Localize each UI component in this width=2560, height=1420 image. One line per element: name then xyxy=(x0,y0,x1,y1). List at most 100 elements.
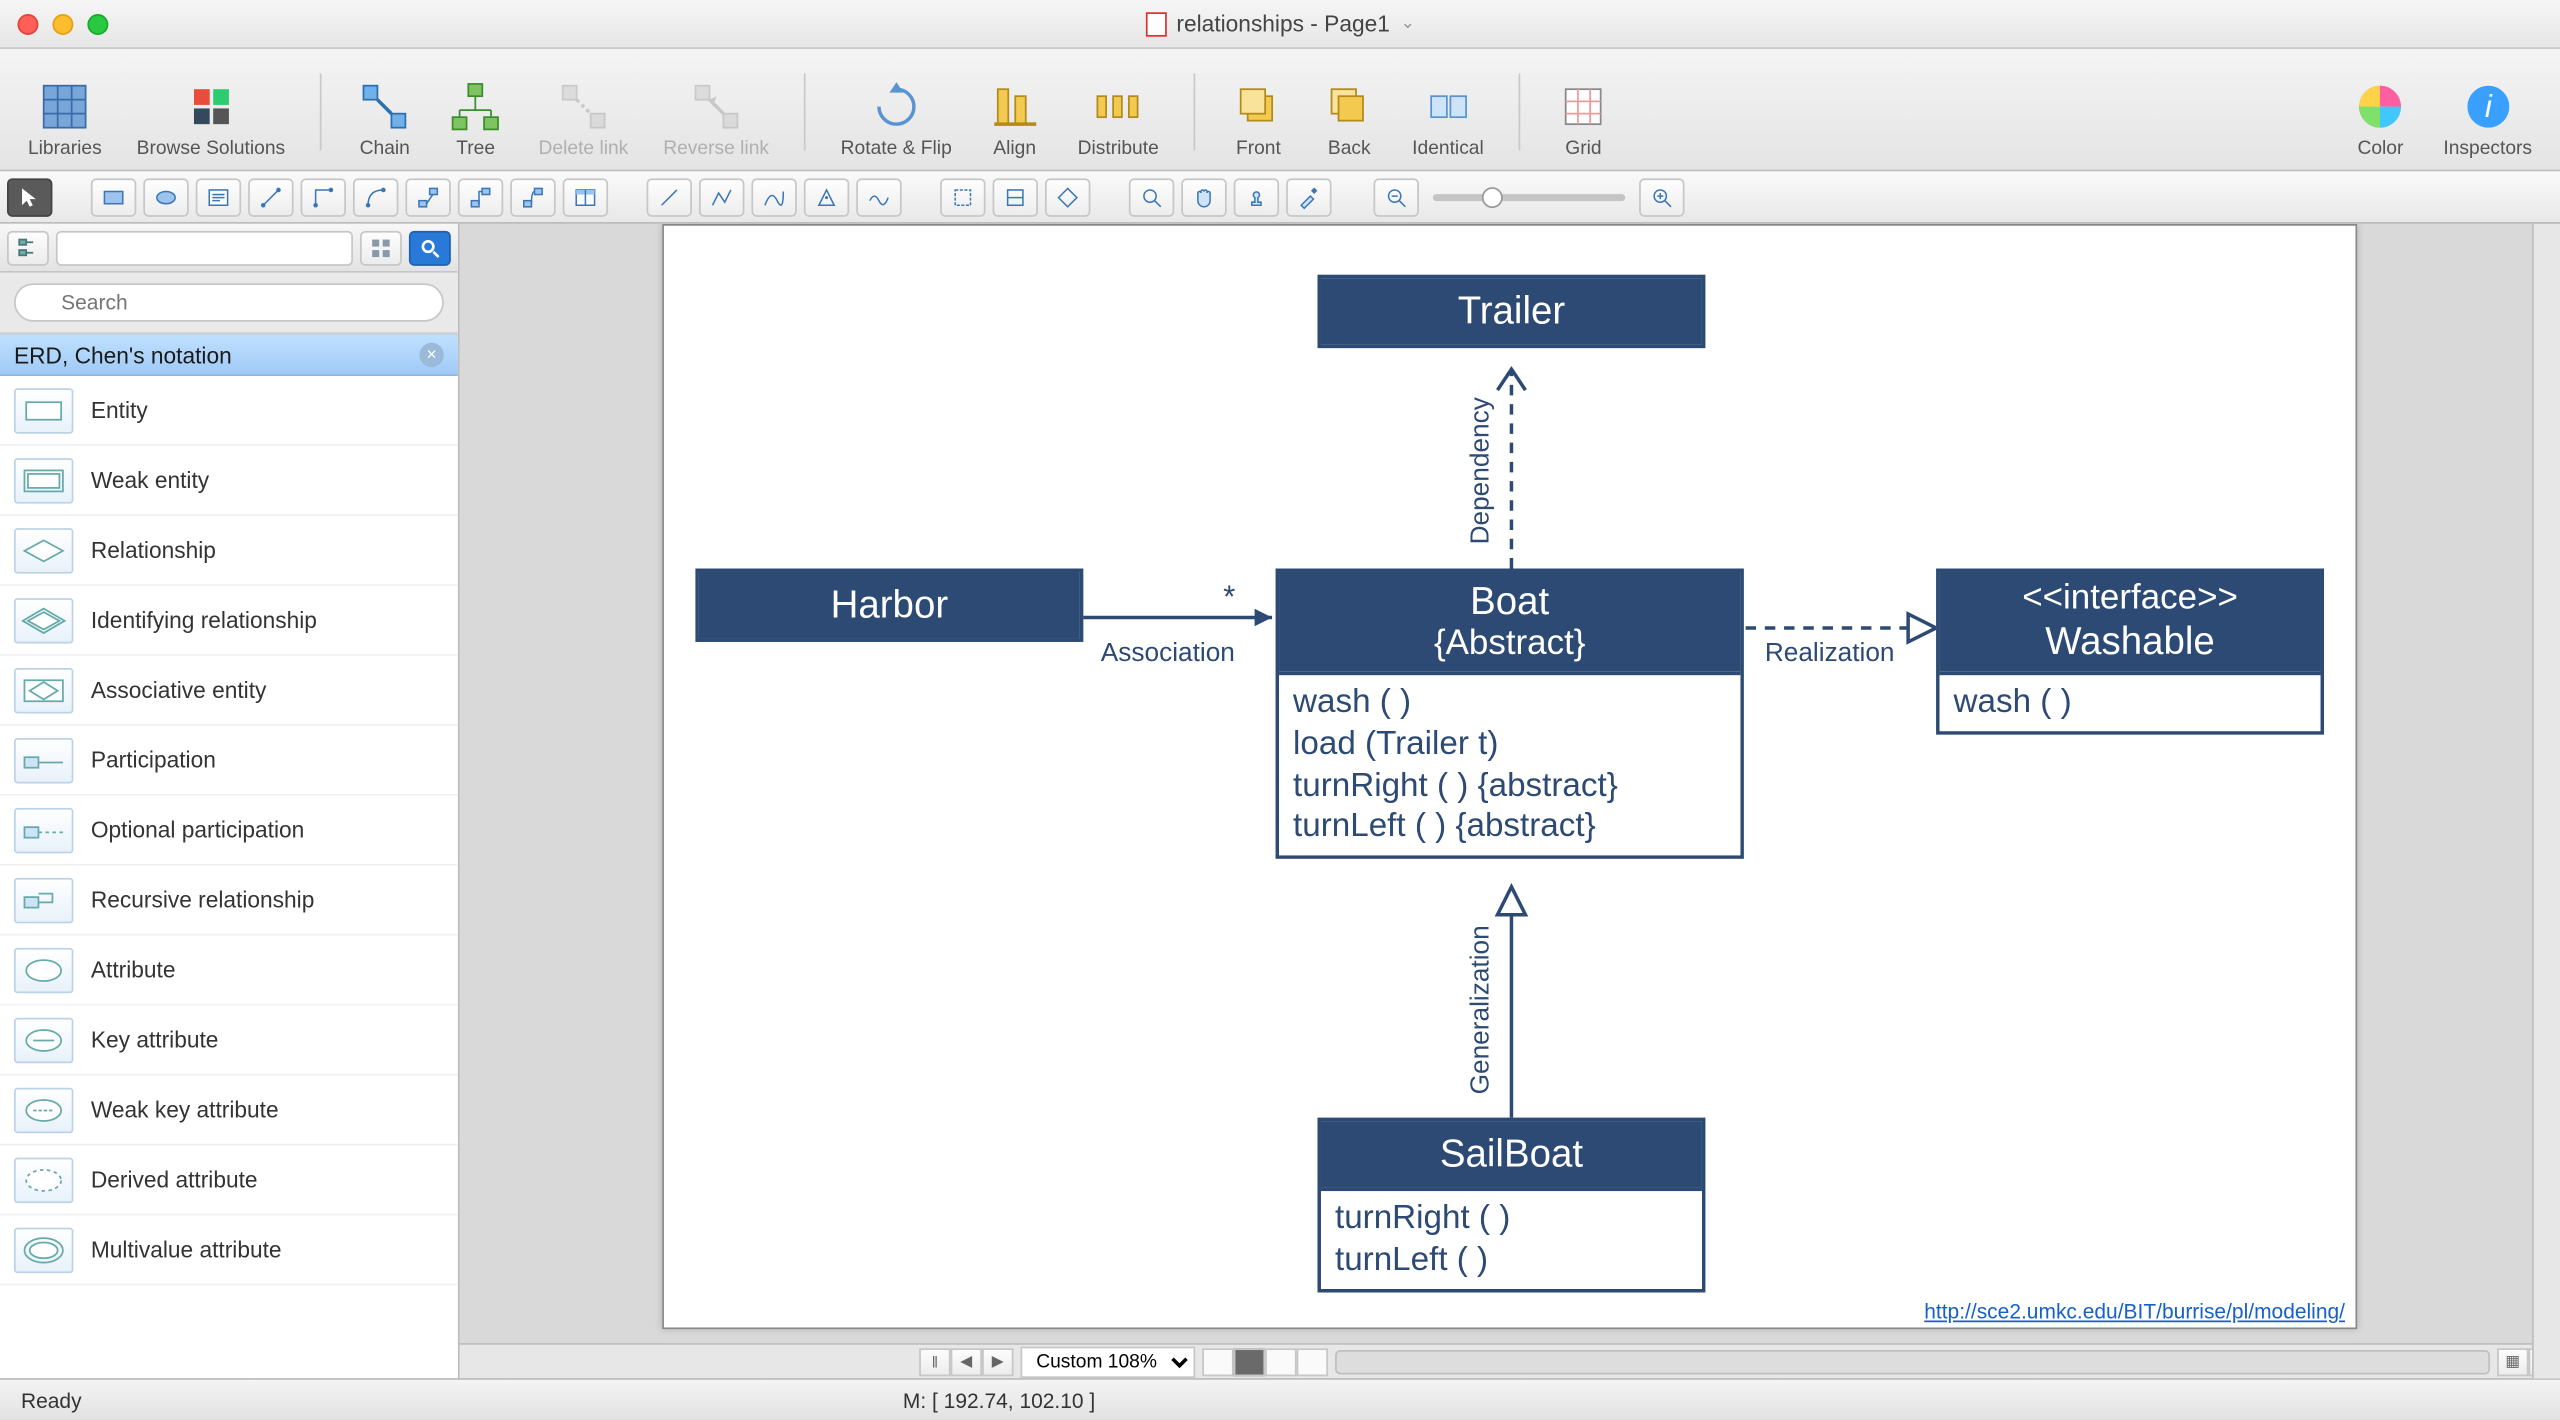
uml-operation: turnLeft ( ) xyxy=(1335,1239,1688,1281)
front-button[interactable]: Front xyxy=(1220,75,1297,162)
connector-5-tool[interactable] xyxy=(458,178,503,216)
crop-3-tool[interactable] xyxy=(1045,178,1090,216)
source-link[interactable]: http://sce2.umkc.edu/BIT/burrise/pl/mode… xyxy=(1924,1299,2345,1323)
canvas-scroll[interactable]: Trailer Harbor Boat {Abstract} wash ( )l… xyxy=(460,224,2560,1343)
freehand-tool[interactable] xyxy=(856,178,901,216)
uml-class-harbor[interactable]: Harbor xyxy=(695,568,1083,641)
crop-1-tool[interactable] xyxy=(940,178,985,216)
library-item[interactable]: Participation xyxy=(0,726,458,796)
identical-button[interactable]: Identical xyxy=(1402,75,1495,162)
tree-button[interactable]: Tree xyxy=(437,75,514,162)
reverse-link-button[interactable]: Reverse link xyxy=(653,75,780,162)
zoom-out-button[interactable] xyxy=(1373,178,1418,216)
shape-thumbnail-icon xyxy=(14,527,73,572)
page-tab[interactable] xyxy=(1202,1347,1233,1375)
library-item[interactable]: Entity xyxy=(0,376,458,446)
delete-link-button[interactable]: Delete link xyxy=(528,75,639,162)
zoom-select[interactable]: Custom 108% xyxy=(1021,1346,1196,1377)
sidebar-search-icon[interactable] xyxy=(409,230,451,265)
crop-2-tool[interactable] xyxy=(993,178,1038,216)
color-button[interactable]: Color xyxy=(2342,75,2419,162)
library-search-input[interactable] xyxy=(14,283,444,321)
distribute-button[interactable]: Distribute xyxy=(1067,75,1169,162)
stamp-tool[interactable] xyxy=(1234,178,1279,216)
hand-tool[interactable] xyxy=(1181,178,1226,216)
ellipse-tool[interactable] xyxy=(143,178,188,216)
shape-thumbnail-icon xyxy=(14,457,73,502)
uml-class-trailer[interactable]: Trailer xyxy=(1318,275,1706,348)
horizontal-scrollbar[interactable] xyxy=(1335,1349,2490,1373)
rect-tool[interactable] xyxy=(91,178,136,216)
library-item[interactable]: Derived attribute xyxy=(0,1145,458,1215)
prev-page-button[interactable]: ◀ xyxy=(951,1347,982,1375)
page-tab[interactable] xyxy=(1297,1347,1328,1375)
layout-toggle-1[interactable]: ▦ xyxy=(2497,1347,2528,1375)
chain-button[interactable]: Chain xyxy=(346,75,423,162)
library-item[interactable]: Weak key attribute xyxy=(0,1075,458,1145)
maximize-window-button[interactable] xyxy=(87,13,108,34)
zoom-slider-knob[interactable] xyxy=(1482,186,1503,207)
close-library-icon[interactable]: × xyxy=(419,343,443,367)
rotate-flip-button[interactable]: Rotate & Flip xyxy=(830,75,962,162)
sidebar-tree-icon[interactable] xyxy=(7,230,49,265)
library-item[interactable]: Attribute xyxy=(0,936,458,1006)
page-tab-active[interactable] xyxy=(1234,1347,1265,1375)
multiplicity-label: * xyxy=(1223,579,1235,616)
connector-3-tool[interactable] xyxy=(353,178,398,216)
library-item[interactable]: Relationship xyxy=(0,516,458,586)
connector-4-tool[interactable] xyxy=(405,178,450,216)
curve-tool[interactable] xyxy=(751,178,796,216)
status-bar: Ready M: [ 192.74, 102.10 ] xyxy=(0,1378,2560,1420)
library-item-label: Key attribute xyxy=(91,1027,219,1053)
connector-2-tool[interactable] xyxy=(301,178,346,216)
library-item[interactable]: Identifying relationship xyxy=(0,586,458,656)
svg-text:i: i xyxy=(2484,89,2492,124)
library-header[interactable]: ERD, Chen's notation × xyxy=(0,334,458,376)
pointer-tool[interactable] xyxy=(7,178,52,216)
pause-icon[interactable]: ‖ xyxy=(919,1347,950,1375)
polyline-tool[interactable] xyxy=(699,178,744,216)
uml-title: Harbor xyxy=(699,572,1080,638)
libraries-button[interactable]: Libraries xyxy=(17,75,112,162)
eyedropper-tool[interactable] xyxy=(1286,178,1331,216)
align-button[interactable]: Align xyxy=(976,75,1053,162)
vertical-scrollbar[interactable] xyxy=(2532,224,2560,1378)
document-icon xyxy=(1145,11,1166,35)
line-tool[interactable] xyxy=(647,178,692,216)
zoom-slider[interactable] xyxy=(1433,193,1625,200)
library-item[interactable]: Associative entity xyxy=(0,656,458,726)
library-item[interactable]: Recursive relationship xyxy=(0,866,458,936)
status-ready: Ready xyxy=(21,1388,82,1412)
library-item[interactable]: Multivalue attribute xyxy=(0,1215,458,1285)
shape-thumbnail-icon xyxy=(14,1087,73,1132)
library-item-label: Weak key attribute xyxy=(91,1096,279,1122)
zoom-tool[interactable] xyxy=(1129,178,1174,216)
grid-button[interactable]: Grid xyxy=(1545,75,1622,162)
pen-tool[interactable] xyxy=(804,178,849,216)
next-page-button[interactable]: ▶ xyxy=(982,1347,1013,1375)
sidebar-path-input[interactable] xyxy=(56,230,353,265)
back-button[interactable]: Back xyxy=(1311,75,1388,162)
page-tabs[interactable] xyxy=(1202,1347,1328,1375)
uml-operations: wash ( )load (Trailer t)turnRight ( ) {a… xyxy=(1279,672,1740,856)
browse-solutions-button[interactable]: Browse Solutions xyxy=(126,75,296,162)
library-item[interactable]: Weak entity xyxy=(0,446,458,516)
uml-class-sailboat[interactable]: SailBoat turnRight ( )turnLeft ( ) xyxy=(1318,1117,1706,1291)
connector-1-tool[interactable] xyxy=(248,178,293,216)
uml-interface-washable[interactable]: <<interface>> Washable wash ( ) xyxy=(1936,568,2324,734)
text-tool[interactable] xyxy=(196,178,241,216)
table-tool[interactable] xyxy=(563,178,608,216)
zoom-in-button[interactable] xyxy=(1639,178,1684,216)
connector-6-tool[interactable] xyxy=(510,178,555,216)
close-window-button[interactable] xyxy=(17,13,38,34)
inspectors-button[interactable]: iInspectors xyxy=(2433,75,2543,162)
diagram-page[interactable]: Trailer Harbor Boat {Abstract} wash ( )l… xyxy=(662,224,2357,1329)
library-item[interactable]: Key attribute xyxy=(0,1006,458,1076)
window-title[interactable]: relationships - Page1 ⌄ xyxy=(1145,10,1415,36)
minimize-window-button[interactable] xyxy=(52,13,73,34)
page-tab[interactable] xyxy=(1265,1347,1296,1375)
uml-operations: turnRight ( )turnLeft ( ) xyxy=(1321,1187,1702,1288)
library-item[interactable]: Optional participation xyxy=(0,796,458,866)
sidebar-grid-view-icon[interactable] xyxy=(360,230,402,265)
uml-class-boat[interactable]: Boat {Abstract} wash ( )load (Trailer t)… xyxy=(1276,568,1744,858)
